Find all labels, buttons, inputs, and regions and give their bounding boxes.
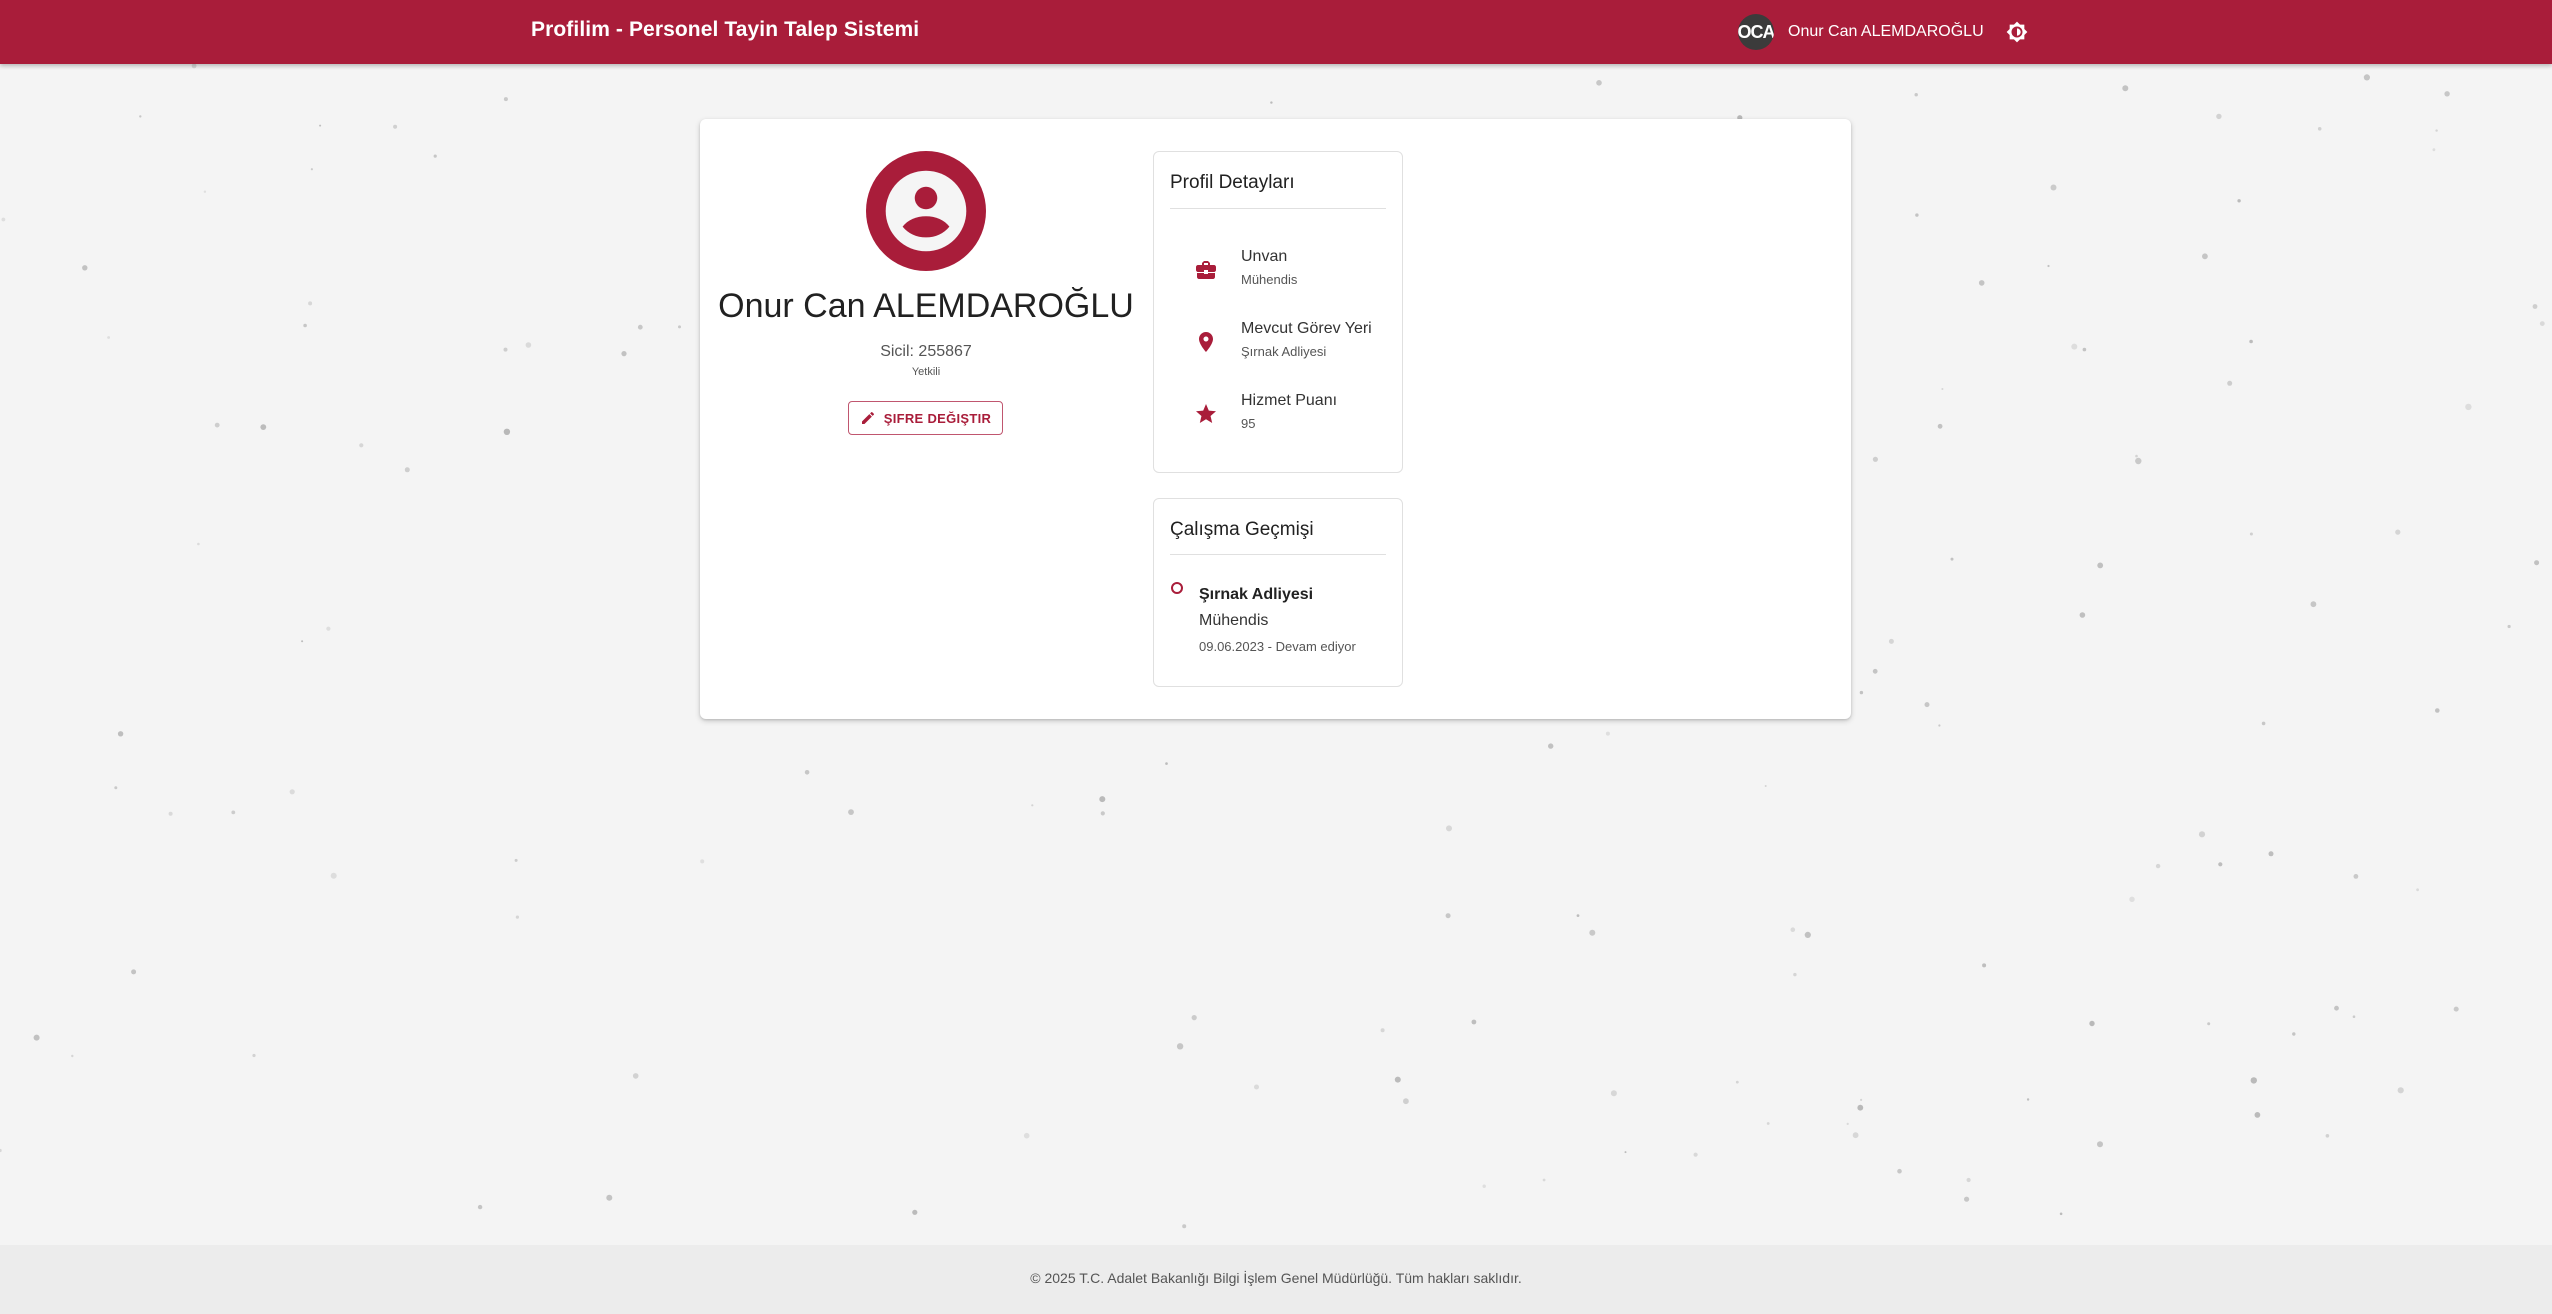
location-pin-icon <box>1199 332 1213 352</box>
user-avatar[interactable]: OCA <box>1738 14 1774 50</box>
detail-value: Şırnak Adliyesi <box>1241 344 1327 359</box>
user-name[interactable]: Onur Can ALEMDAROĞLU <box>1788 23 1984 41</box>
divider <box>1170 554 1386 555</box>
detail-label: Mevcut Görev Yeri <box>1241 320 1372 337</box>
detail-item-gorev-yeri: Mevcut Görev Yeri Şırnak Adliyesi <box>1170 320 1390 370</box>
divider <box>1170 208 1386 209</box>
profile-name: Onur Can ALEMDAROĞLU <box>718 287 1134 325</box>
footer: © 2025 T.C. Adalet Bakanlığı Bilgi İşlem… <box>0 1245 2552 1314</box>
profile-details-panel: Profil Detayları Unvan Mühendis Mevcut G… <box>1153 151 1403 473</box>
brightness-icon <box>2006 21 2027 43</box>
role-label: Yetkili <box>911 366 941 378</box>
change-password-label: ŞIFRE DEĞIŞTIR <box>883 410 992 426</box>
profile-card: Onur Can ALEMDAROĞLU Sicil: 255867 Yetki… <box>700 119 1851 719</box>
copyright-text: © 2025 T.C. Adalet Bakanlığı Bilgi İşlem… <box>1030 1270 1522 1286</box>
star-icon <box>1196 404 1216 423</box>
briefcase-icon <box>1196 261 1216 279</box>
detail-label: Hizmet Puanı <box>1241 392 1338 409</box>
page-title: Profilim - Personel Tayin Talep Sistemi <box>531 18 920 41</box>
app-bar: Profilim - Personel Tayin Talep Sistemi … <box>0 0 2552 64</box>
detail-item-unvan: Unvan Mühendis <box>1170 248 1390 298</box>
detail-value: Mühendis <box>1241 272 1298 287</box>
change-password-button[interactable]: ŞIFRE DEĞIŞTIR <box>848 401 1003 435</box>
detail-item-hizmet-puani: Hizmet Puanı 95 <box>1170 392 1390 442</box>
sicil-number: Sicil: 255867 <box>880 343 972 360</box>
account-circle-icon <box>885 170 967 252</box>
detail-value: 95 <box>1241 416 1256 431</box>
detail-label: Unvan <box>1241 248 1288 265</box>
profile-details-title: Profil Detayları <box>1170 172 1295 193</box>
theme-toggle-button[interactable] <box>2002 17 2032 47</box>
history-role: Mühendis <box>1199 612 1269 629</box>
work-history-title: Çalışma Geçmişi <box>1170 519 1314 540</box>
timeline-dot <box>1171 582 1183 594</box>
history-dates: 09.06.2023 - Devam ediyor <box>1199 639 1356 654</box>
user-menu[interactable]: OCA Onur Can ALEMDAROĞLU <box>1738 14 2032 50</box>
history-place: Şırnak Adliyesi <box>1199 586 1314 603</box>
profile-avatar <box>866 151 986 271</box>
pencil-icon <box>861 411 874 424</box>
work-history-panel: Çalışma Geçmişi Şırnak Adliyesi Mühendis… <box>1153 498 1403 687</box>
